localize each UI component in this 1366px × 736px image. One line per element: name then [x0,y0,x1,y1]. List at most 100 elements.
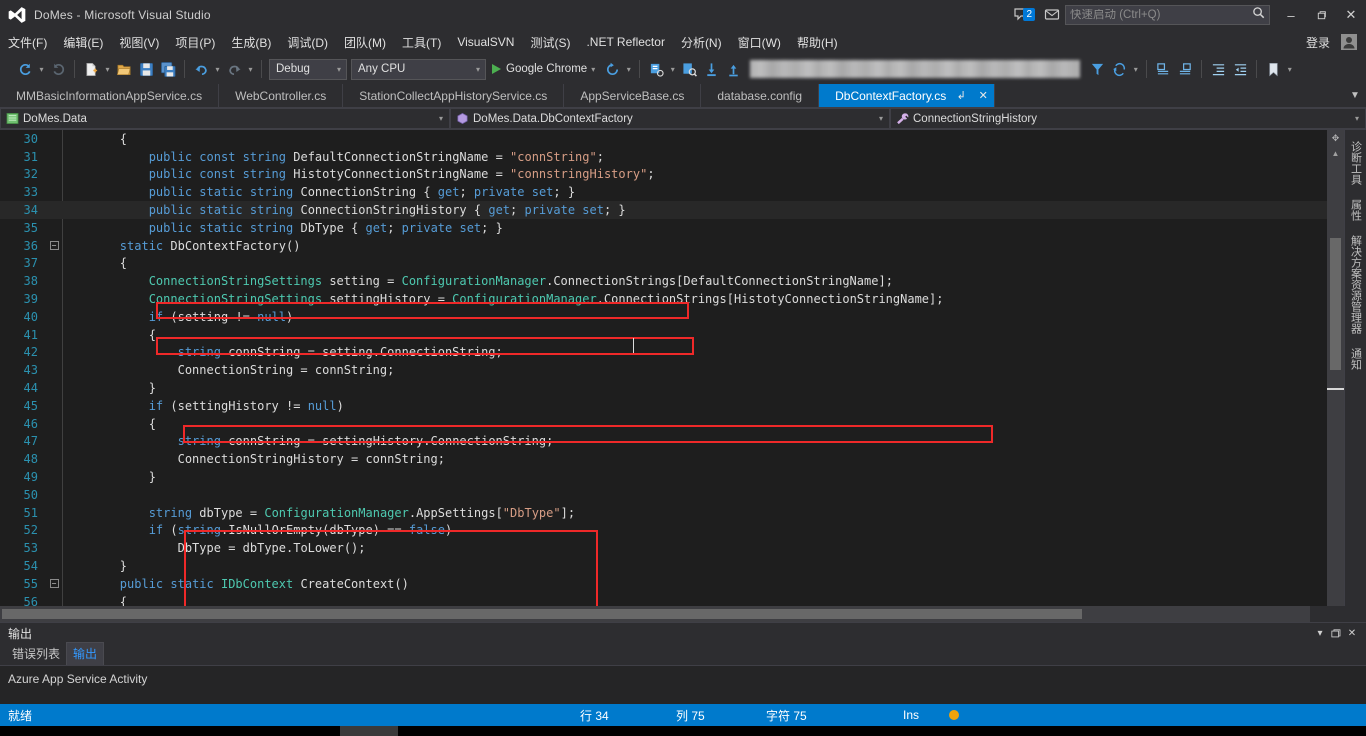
find-in-files-icon[interactable] [678,58,700,80]
code-line[interactable]: 50 [0,486,1327,504]
navbar-class-dropdown[interactable]: DoMes.Data.DbContextFactory ▾ [450,108,890,129]
toolbar-overflow-icon[interactable]: ▾ [1284,58,1295,80]
redo-icon[interactable] [223,58,245,80]
editor-split-handle[interactable]: ✥ [1327,130,1344,146]
output-panel-close-icon[interactable]: ✕ [1344,626,1360,642]
chevron-down-icon[interactable]: ▾ [332,65,346,74]
document-tab-mmbasicinformationappservice[interactable]: MMBasicInformationAppService.cs [0,84,220,107]
code-line[interactable]: 51 string dbType = ConfigurationManager.… [0,504,1327,522]
code-line[interactable]: 34 public static string ConnectionString… [0,201,1327,219]
feedback-icon[interactable]: 2 [1007,4,1037,26]
solution-configuration-dropdown[interactable]: Debug ▾ [269,58,347,80]
sync-dropdown-icon[interactable]: ▾ [1130,58,1141,80]
code-line[interactable]: 35 public static string DbType { get; pr… [0,219,1327,237]
document-tab-webcontroller[interactable]: WebController.cs [219,84,344,107]
save-icon[interactable] [135,58,157,80]
code-line[interactable]: 56 { [0,593,1327,606]
chevron-down-icon[interactable]: ▾ [471,65,485,74]
document-tab-dbcontextfactory[interactable]: DbContextFactory.cs ↲ ✕ [819,84,996,107]
code-line[interactable]: 46 { [0,415,1327,433]
breakpoints-icon[interactable] [1086,58,1108,80]
menu-item-window[interactable]: 窗口(W) [730,31,789,54]
chevron-down-icon[interactable]: ▾ [873,114,889,123]
code-line[interactable]: 53 DbType = dbType.ToLower(); [0,539,1327,557]
menu-item-file[interactable]: 文件(F) [0,31,55,54]
right-tab-notifications[interactable]: 通知 [1345,341,1366,377]
code-line[interactable]: 37 { [0,255,1327,273]
code-line[interactable]: 31 public const string DefaultConnection… [0,148,1327,166]
sign-in-button[interactable]: 登录 [1306,34,1330,51]
comment-selection-icon[interactable] [1152,58,1174,80]
menu-item-team[interactable]: 团队(M) [336,31,394,54]
editor-vertical-scrollbar[interactable]: ✥ ▲ [1327,130,1344,606]
code-line[interactable]: 44 } [0,379,1327,397]
code-line[interactable]: 47 string connString = settingHistory.Co… [0,433,1327,451]
menu-item-view[interactable]: 视图(V) [111,31,167,54]
sync-icon[interactable] [1108,58,1130,80]
code-line[interactable]: 32 public const string HistotyConnection… [0,166,1327,184]
pin-tab-icon[interactable]: ↲ [954,89,968,102]
chevron-down-icon[interactable]: ▾ [587,65,599,74]
minimize-button[interactable]: – [1276,0,1306,30]
code-line[interactable]: 36− static DbContextFactory() [0,237,1327,255]
increase-indent-icon[interactable] [1207,58,1229,80]
code-line[interactable]: 55− public static IDbContext CreateConte… [0,575,1327,593]
navigate-back-icon[interactable] [14,58,36,80]
code-line[interactable]: 41 { [0,326,1327,344]
menu-item-tools[interactable]: 工具(T) [394,31,449,54]
code-lines-container[interactable]: 30 {31 public const string DefaultConnec… [0,130,1327,606]
close-button[interactable]: ✕ [1336,0,1366,30]
menu-item-reflector[interactable]: .NET Reflector [578,32,672,52]
menu-item-edit[interactable]: 编辑(E) [55,31,111,54]
solution-platform-dropdown[interactable]: Any CPU ▾ [351,58,486,80]
menu-item-project[interactable]: 项目(P) [167,31,223,54]
attach-to-process-icon[interactable] [645,58,667,80]
fold-toggle-icon[interactable]: − [46,579,62,589]
start-debugging-button[interactable]: Google Chrome ▾ [488,58,601,80]
output-panel-body[interactable]: Azure App Service Activity [0,666,1366,704]
output-panel-float-icon[interactable] [1328,626,1344,642]
refresh-dropdown-icon[interactable]: ▾ [623,58,634,80]
chevron-down-icon[interactable]: ▾ [433,114,449,123]
code-line[interactable]: 39 ConnectionStringSettings settingHisto… [0,290,1327,308]
uncomment-selection-icon[interactable] [1174,58,1196,80]
scroll-up-arrow-icon[interactable]: ▲ [1327,146,1344,161]
menu-item-help[interactable]: 帮助(H) [789,31,846,54]
output-tab-error-list[interactable]: 错误列表 [6,643,66,665]
chevron-down-icon[interactable]: ▾ [1349,114,1365,123]
code-line[interactable]: 38 ConnectionStringSettings setting = Co… [0,272,1327,290]
undo-dropdown-icon[interactable]: ▾ [212,58,223,80]
search-icon[interactable] [1252,6,1265,24]
decrease-indent-icon[interactable] [1229,58,1251,80]
horizontal-scroll-thumb[interactable] [2,609,1082,619]
code-line[interactable]: 43 ConnectionString = connString; [0,361,1327,379]
vertical-scroll-thumb[interactable] [1330,238,1341,370]
quick-launch-box[interactable] [1065,5,1270,25]
step-into-icon[interactable] [700,58,722,80]
right-tab-properties[interactable]: 属性 [1345,192,1366,228]
menu-item-visualsvn[interactable]: VisualSVN [449,32,522,52]
step-over-icon[interactable] [722,58,744,80]
menu-item-debug[interactable]: 调试(D) [279,31,336,54]
save-all-icon[interactable] [157,58,179,80]
menu-item-test[interactable]: 测试(S) [522,31,578,54]
document-tab-stationcollectapphistoryservice[interactable]: StationCollectAppHistoryService.cs [343,84,565,107]
undo-icon[interactable] [190,58,212,80]
code-editor[interactable]: 30 {31 public const string DefaultConnec… [0,130,1327,606]
document-tab-appservicebase[interactable]: AppServiceBase.cs [564,84,702,107]
code-line[interactable]: 30 { [0,130,1327,148]
menu-item-analyze[interactable]: 分析(N) [673,31,730,54]
taskbar-item[interactable] [340,726,398,736]
code-line[interactable]: 33 public static string ConnectionString… [0,183,1327,201]
account-icon[interactable] [1336,31,1362,53]
code-line[interactable]: 42 string connString = setting.Connectio… [0,344,1327,362]
send-feedback-icon[interactable] [1039,4,1065,26]
right-tab-diagnostic-tools[interactable]: 诊断工具 [1345,134,1366,192]
navigate-forward-icon[interactable] [47,58,69,80]
code-line[interactable]: 48 ConnectionStringHistory = connString; [0,450,1327,468]
tab-overflow-icon[interactable]: ▼ [1344,84,1366,107]
editor-horizontal-scrollbar[interactable] [0,606,1310,622]
fold-toggle-icon[interactable]: − [46,241,62,251]
bookmark-icon[interactable] [1262,58,1284,80]
navigate-back-dropdown-icon[interactable]: ▾ [36,58,47,80]
